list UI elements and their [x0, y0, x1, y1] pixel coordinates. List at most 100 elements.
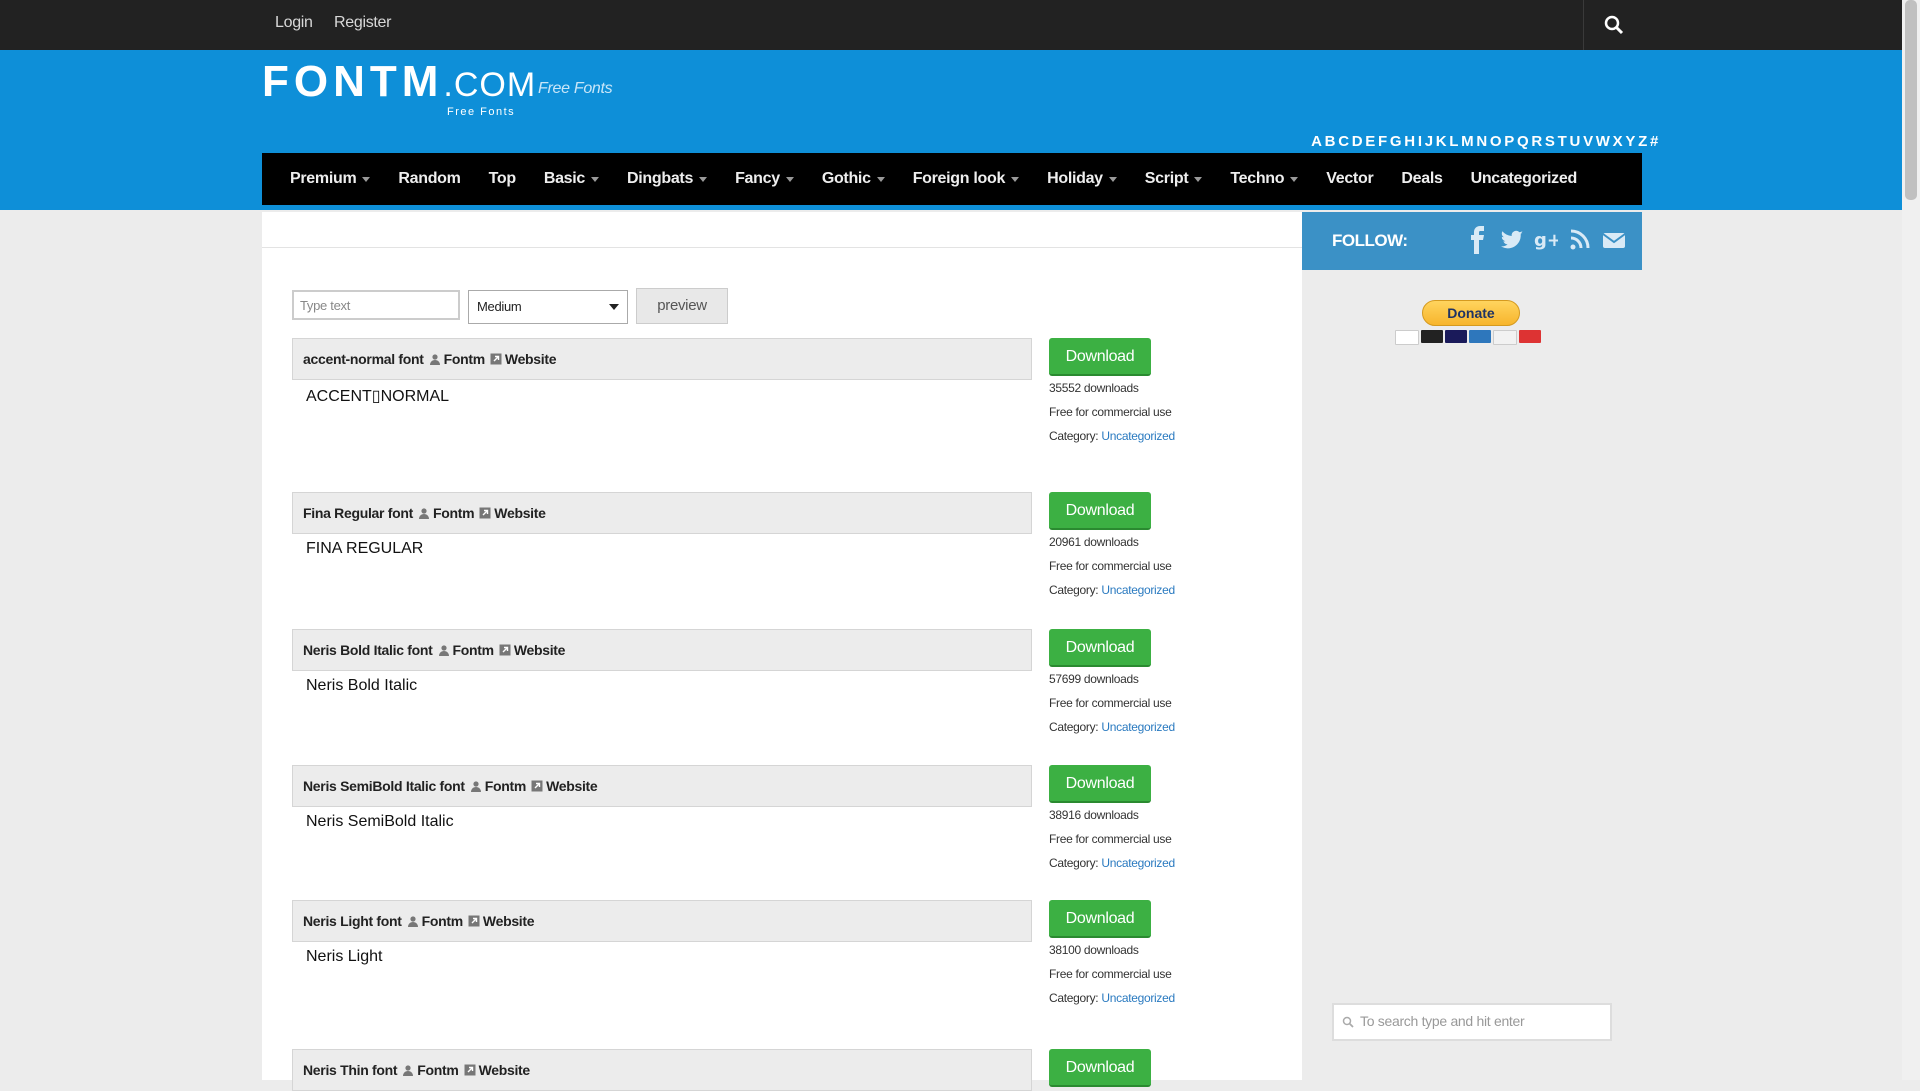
nav-item-label: Gothic [821, 170, 871, 187]
twitter-icon[interactable] [1500, 226, 1524, 254]
license-text: Free for commercial use [1049, 832, 1172, 846]
nav-item-random[interactable]: Random [398, 170, 461, 188]
alpha-link[interactable]: G [1390, 133, 1402, 150]
alpha-link[interactable]: # [1650, 133, 1658, 150]
nav-item-holiday[interactable]: Holiday [1047, 170, 1117, 188]
facebook-icon[interactable] [1466, 226, 1490, 254]
alpha-link[interactable]: B [1325, 133, 1336, 150]
preview-text-input[interactable]: Type text [292, 290, 460, 320]
nav-item-top[interactable]: Top [489, 170, 517, 188]
font-header: Fina Regular font Fontm Website [292, 492, 1032, 534]
alpha-link[interactable]: D [1352, 133, 1363, 150]
alpha-link[interactable]: M [1461, 133, 1474, 150]
register-link[interactable]: Register [334, 14, 391, 32]
alpha-link[interactable]: A [1311, 133, 1322, 150]
nav-item-basic[interactable]: Basic [544, 170, 600, 188]
alpha-link[interactable]: K [1436, 133, 1447, 150]
preview-button[interactable]: preview [636, 288, 728, 324]
size-select[interactable]: Medium [468, 290, 628, 324]
nav-item-uncategorized[interactable]: Uncategorized [1471, 170, 1578, 188]
nav-item-premium[interactable]: Premium [290, 170, 371, 188]
nav-item-techno[interactable]: Techno [1230, 170, 1299, 188]
website-link[interactable]: Website [505, 351, 557, 367]
alpha-link[interactable]: Z [1638, 133, 1647, 150]
alpha-link[interactable]: V [1583, 133, 1593, 150]
nav-item-deals[interactable]: Deals [1401, 170, 1443, 188]
login-link[interactable]: Login [275, 14, 313, 32]
author-link[interactable]: Fontm [417, 1062, 459, 1078]
font-name-link[interactable]: Neris Bold Italic font [303, 642, 433, 658]
category-link[interactable]: Uncategorized [1101, 429, 1175, 443]
download-button[interactable]: Download [1049, 338, 1151, 376]
site-logo[interactable]: FONTM.COM Free Fonts [262, 60, 536, 119]
svg-text:g+: g+ [1534, 230, 1558, 251]
alpha-link[interactable]: E [1365, 133, 1375, 150]
alpha-link[interactable]: C [1338, 133, 1349, 150]
author-link[interactable]: Fontm [433, 505, 475, 521]
website-link[interactable]: Website [479, 1062, 531, 1078]
category-link[interactable]: Uncategorized [1101, 583, 1175, 597]
font-header: accent-normal font Fontm Website [292, 338, 1032, 380]
alpha-link[interactable]: R [1531, 133, 1542, 150]
author-link[interactable]: Fontm [444, 351, 486, 367]
alpha-link[interactable]: W [1596, 133, 1610, 150]
category-link[interactable]: Uncategorized [1101, 856, 1175, 870]
nav-item-script[interactable]: Script [1145, 170, 1203, 188]
alpha-link[interactable]: F [1378, 133, 1387, 150]
download-button[interactable]: Download [1049, 629, 1151, 667]
nav-item-foreign-look[interactable]: Foreign look [912, 170, 1020, 188]
author-link[interactable]: Fontm [485, 778, 527, 794]
alpha-link[interactable]: P [1504, 133, 1514, 150]
alpha-link[interactable]: O [1490, 133, 1502, 150]
font-name-link[interactable]: Neris Light font [303, 913, 402, 929]
nav-item-label: Foreign look [912, 170, 1006, 187]
donate-button[interactable]: Donate [1422, 300, 1520, 326]
font-preview-sample[interactable]: Neris SemiBold Italic [306, 813, 454, 831]
download-button[interactable]: Download [1049, 1049, 1151, 1087]
font-name-link[interactable]: Fina Regular font [303, 505, 413, 521]
category-link[interactable]: Uncategorized [1101, 991, 1175, 1005]
download-count: 38916 downloads [1049, 808, 1139, 822]
donate-widget: Donate [1395, 300, 1541, 345]
nav-item-dingbats[interactable]: Dingbats [627, 170, 708, 188]
download-button[interactable]: Download [1049, 492, 1151, 530]
font-name-link[interactable]: Neris SemiBold Italic font [303, 778, 465, 794]
font-preview-sample[interactable]: Neris Light [306, 948, 382, 966]
nav-item-fancy[interactable]: Fancy [735, 170, 794, 188]
alpha-link[interactable]: L [1449, 133, 1458, 150]
download-button[interactable]: Download [1049, 900, 1151, 938]
font-preview-sample[interactable]: FINA REGULAR [306, 540, 423, 558]
alpha-link[interactable]: H [1404, 133, 1415, 150]
website-link[interactable]: Website [483, 913, 535, 929]
website-link[interactable]: Website [494, 505, 546, 521]
author-link[interactable]: Fontm [453, 642, 495, 658]
alpha-link[interactable]: X [1613, 133, 1623, 150]
sidebar-search-input[interactable]: To search type and hit enter [1332, 1003, 1612, 1041]
nav-item-gothic[interactable]: Gothic [822, 170, 885, 188]
category-link[interactable]: Uncategorized [1101, 720, 1175, 734]
font-name-link[interactable]: Neris Thin font [303, 1062, 398, 1078]
alpha-link[interactable]: J [1425, 133, 1433, 150]
alpha-link[interactable]: T [1558, 133, 1567, 150]
search-button[interactable] [1583, 0, 1644, 50]
font-name-link[interactable]: accent-normal font [303, 351, 424, 367]
font-preview-sample[interactable]: ACCENT▯NORMAL [306, 386, 449, 406]
nav-item-vector[interactable]: Vector [1326, 170, 1373, 188]
alpha-link[interactable]: Y [1625, 133, 1635, 150]
website-link[interactable]: Website [546, 778, 598, 794]
alpha-link[interactable]: I [1418, 133, 1422, 150]
alpha-link[interactable]: Q [1517, 133, 1529, 150]
download-button[interactable]: Download [1049, 765, 1151, 803]
google-plus-icon[interactable]: g+ [1534, 226, 1562, 254]
alpha-link[interactable]: S [1545, 133, 1555, 150]
rss-icon[interactable] [1568, 226, 1592, 254]
alpha-link[interactable]: N [1476, 133, 1487, 150]
author-link[interactable]: Fontm [422, 913, 464, 929]
website-link[interactable]: Website [514, 642, 566, 658]
alpha-link[interactable]: U [1570, 133, 1581, 150]
font-preview-sample[interactable]: Neris Bold Italic [306, 677, 417, 695]
email-icon[interactable] [1602, 226, 1626, 254]
category-label: Category: [1049, 429, 1099, 443]
license-text: Free for commercial use [1049, 405, 1172, 419]
scrollbar-thumb[interactable] [1905, 0, 1917, 200]
